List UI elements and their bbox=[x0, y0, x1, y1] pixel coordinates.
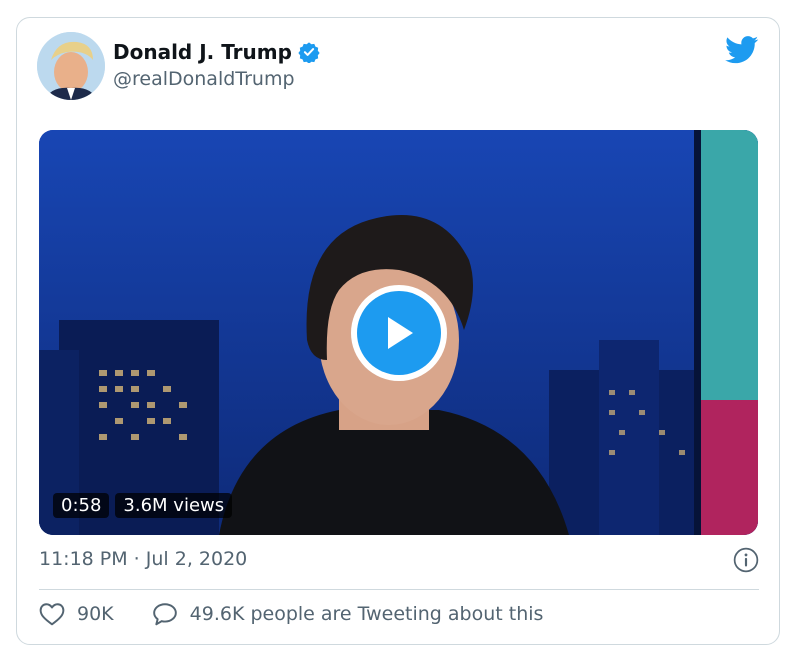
tweet-actions: 90K 49.6K people are Tweeting about this bbox=[39, 602, 543, 626]
like-count: 90K bbox=[77, 603, 114, 625]
heart-icon bbox=[39, 603, 65, 626]
author-handle[interactable]: @realDonaldTrump bbox=[113, 68, 295, 90]
verified-badge-icon bbox=[298, 41, 320, 63]
speech-bubble-icon bbox=[152, 603, 177, 626]
tweet-timestamp[interactable]: 11:18 PM · Jul 2, 2020 bbox=[39, 548, 247, 570]
tweet-embed-card[interactable]: Donald J. Trump @realDonaldTrump 0:58 3.… bbox=[16, 17, 780, 645]
like-button[interactable]: 90K bbox=[39, 602, 114, 626]
avatar[interactable] bbox=[37, 32, 105, 100]
play-icon bbox=[388, 317, 413, 349]
video-views: 3.6M views bbox=[115, 493, 233, 518]
divider bbox=[39, 589, 759, 590]
video-player[interactable]: 0:58 3.6M views bbox=[39, 130, 758, 535]
play-button[interactable] bbox=[351, 285, 447, 381]
video-stats-overlay: 0:58 3.6M views bbox=[53, 493, 233, 518]
conversation-link[interactable]: 49.6K people are Tweeting about this bbox=[152, 602, 544, 626]
author-name[interactable]: Donald J. Trump bbox=[113, 40, 292, 64]
video-duration: 0:58 bbox=[53, 493, 110, 518]
twitter-bird-icon[interactable] bbox=[725, 36, 759, 68]
info-icon[interactable] bbox=[733, 547, 759, 577]
conversation-count: 49.6K people are Tweeting about this bbox=[189, 603, 544, 625]
author-row: Donald J. Trump bbox=[113, 40, 320, 64]
